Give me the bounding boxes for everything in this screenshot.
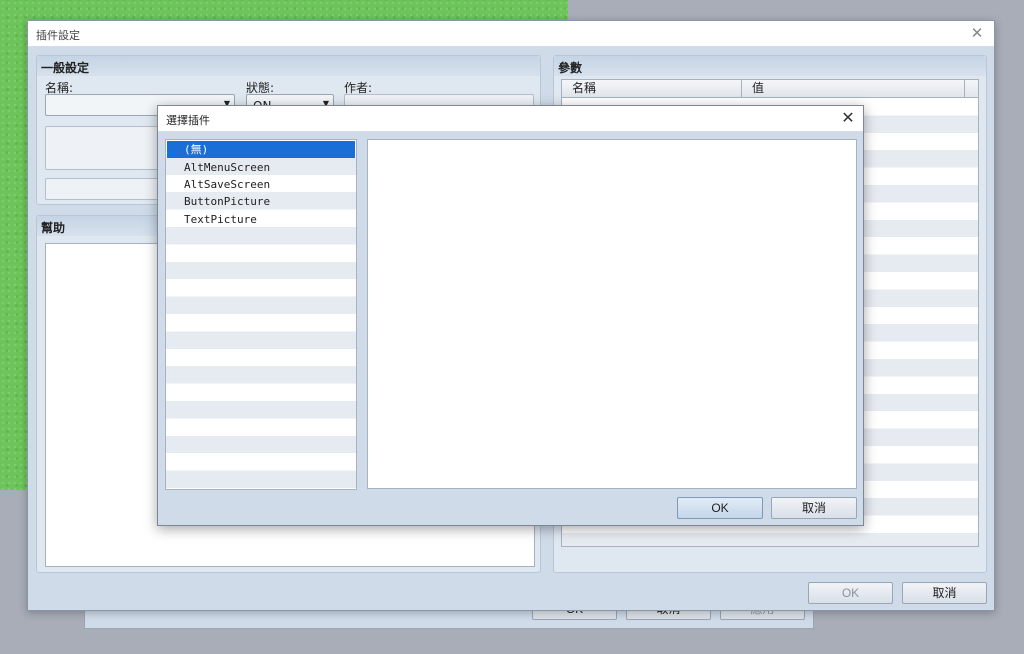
list-item[interactable]: (無) <box>167 141 355 158</box>
select-plugin-dialog: 選擇插件 ✕ (無) AltMenuScreen AltSaveScreen B… <box>157 105 864 526</box>
column-value[interactable]: 值 <box>742 80 965 98</box>
close-icon[interactable]: ✕ <box>968 24 986 42</box>
close-icon[interactable]: ✕ <box>839 109 857 127</box>
parameters-title: 參數 <box>558 61 583 75</box>
window-title: 插件設定 <box>36 29 80 42</box>
cancel-button[interactable]: 取消 <box>902 582 987 604</box>
ok-button[interactable]: OK <box>808 582 893 604</box>
plugin-description-area <box>367 139 857 489</box>
table-header: 名稱 值 <box>562 80 978 98</box>
dialog-titlebar: 選擇插件 ✕ <box>158 106 863 132</box>
column-name[interactable]: 名稱 <box>562 80 742 98</box>
help-title: 幫助 <box>41 221 66 235</box>
dialog-title: 選擇插件 <box>166 114 210 127</box>
window-titlebar: 插件設定 ✕ <box>28 21 994 47</box>
list-item[interactable]: AltSaveScreen <box>167 176 355 193</box>
list-item[interactable]: AltMenuScreen <box>167 159 355 176</box>
list-item[interactable]: ButtonPicture <box>167 193 355 210</box>
general-settings-title: 一般設定 <box>41 61 90 75</box>
plugin-list[interactable]: (無) AltMenuScreen AltSaveScreen ButtonPi… <box>165 139 357 490</box>
list-item[interactable]: TextPicture <box>167 211 355 228</box>
dialog-ok-button[interactable]: OK <box>677 497 763 519</box>
dialog-cancel-button[interactable]: 取消 <box>771 497 857 519</box>
